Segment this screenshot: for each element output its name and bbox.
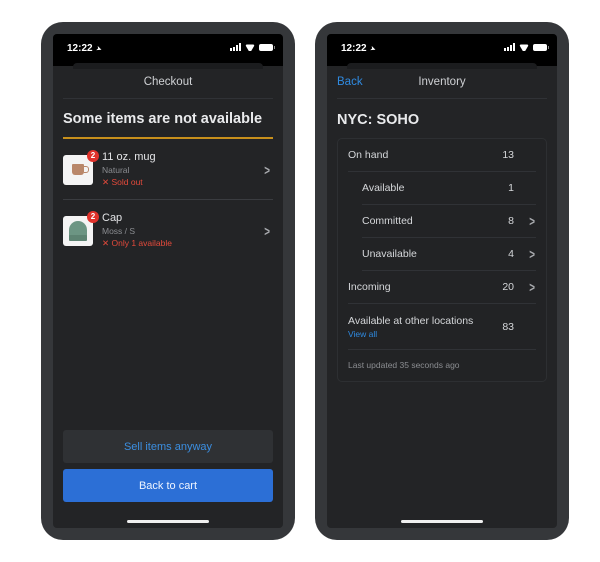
location-title: NYC: SOHO — [337, 112, 420, 128]
row-other-locations: Available at other locations View all 83 — [348, 304, 536, 350]
list-item-mug[interactable]: 2 11 oz. mug Natural ✕ Sold out > — [63, 139, 273, 199]
nav-bar: Back Inventory — [337, 66, 547, 99]
row-unavailable[interactable]: Unavailable 4 > — [362, 238, 536, 271]
home-indicator[interactable] — [127, 520, 209, 523]
status-bar: 12:22 ➤ — [53, 34, 283, 66]
row-value: 4 — [508, 248, 514, 260]
sell-items-anyway-button[interactable]: Sell items anyway — [63, 430, 273, 463]
quantity-badge: 2 — [87, 210, 99, 223]
status-time: 12:22 — [341, 43, 367, 54]
beanie-icon — [69, 220, 87, 241]
inventory-screen: 12:22 ➤ Back Inventory NYC: SOHO On hand… — [327, 34, 557, 528]
row-value: 13 — [502, 149, 514, 161]
row-available: Available 1 — [362, 172, 536, 205]
row-label: Incoming — [348, 281, 391, 293]
last-updated-text: Last updated 35 seconds ago — [348, 360, 460, 370]
row-label: Available — [362, 182, 405, 194]
location-arrow-icon: ➤ — [94, 44, 103, 54]
phone-frame-inventory: 12:22 ➤ Back Inventory NYC: SOHO On hand… — [315, 22, 569, 540]
cellular-signal-icon — [504, 43, 515, 51]
phone-frame-checkout: 12:22 ➤ Checkout Some items are not avai… — [41, 22, 295, 540]
row-value: 20 — [502, 281, 514, 293]
chevron-right-icon[interactable]: > — [264, 162, 270, 178]
chevron-right-icon[interactable]: > — [264, 223, 270, 239]
product-thumbnail: 2 — [63, 149, 99, 185]
home-indicator[interactable] — [401, 520, 483, 523]
battery-icon — [259, 43, 275, 51]
location-arrow-icon: ➤ — [368, 44, 377, 54]
row-incoming[interactable]: Incoming 20 > — [348, 271, 536, 304]
row-value: 1 — [508, 182, 514, 194]
row-label: Available at other locations — [348, 314, 474, 327]
product-variant: Natural — [102, 165, 130, 175]
chevron-right-icon[interactable]: > — [529, 279, 535, 295]
nav-title: Inventory — [418, 76, 466, 88]
wifi-icon — [519, 43, 529, 51]
availability-status: ✕ Only 1 available — [102, 238, 172, 248]
row-on-hand: On hand 13 — [348, 139, 536, 172]
row-committed[interactable]: Committed 8 > — [362, 205, 536, 238]
availability-status: ✕ Sold out — [102, 177, 143, 187]
status-bar: 12:22 ➤ — [327, 34, 557, 66]
inventory-card: On hand 13 Available 1 Committed 8 > Una… — [337, 138, 547, 382]
product-name: Cap — [102, 212, 123, 224]
nav-bar: Checkout — [63, 66, 273, 99]
row-label: Unavailable — [362, 248, 417, 260]
battery-icon — [533, 43, 549, 51]
back-button[interactable]: Back — [337, 76, 363, 88]
wifi-icon — [245, 43, 255, 51]
row-label: Committed — [362, 215, 413, 227]
list-item-cap[interactable]: 2 Cap Moss / S ✕ Only 1 available > — [63, 199, 273, 260]
row-value: 8 — [508, 215, 514, 227]
row-value: 83 — [502, 320, 514, 333]
chevron-right-icon[interactable]: > — [529, 246, 535, 262]
row-label: On hand — [348, 149, 389, 161]
page-heading: Some items are not available — [63, 111, 273, 139]
checkout-screen: 12:22 ➤ Checkout Some items are not avai… — [53, 34, 283, 528]
status-time: 12:22 — [67, 43, 93, 54]
product-thumbnail: 2 — [63, 210, 99, 246]
view-all-link[interactable]: View all — [348, 329, 496, 339]
product-variant: Moss / S — [102, 226, 136, 236]
back-to-cart-button[interactable]: Back to cart — [63, 469, 273, 502]
product-name: 11 oz. mug — [102, 151, 156, 163]
mug-icon — [72, 164, 89, 175]
chevron-right-icon[interactable]: > — [529, 213, 535, 229]
quantity-badge: 2 — [87, 149, 99, 162]
nav-title: Checkout — [143, 76, 193, 88]
cellular-signal-icon — [230, 43, 241, 51]
